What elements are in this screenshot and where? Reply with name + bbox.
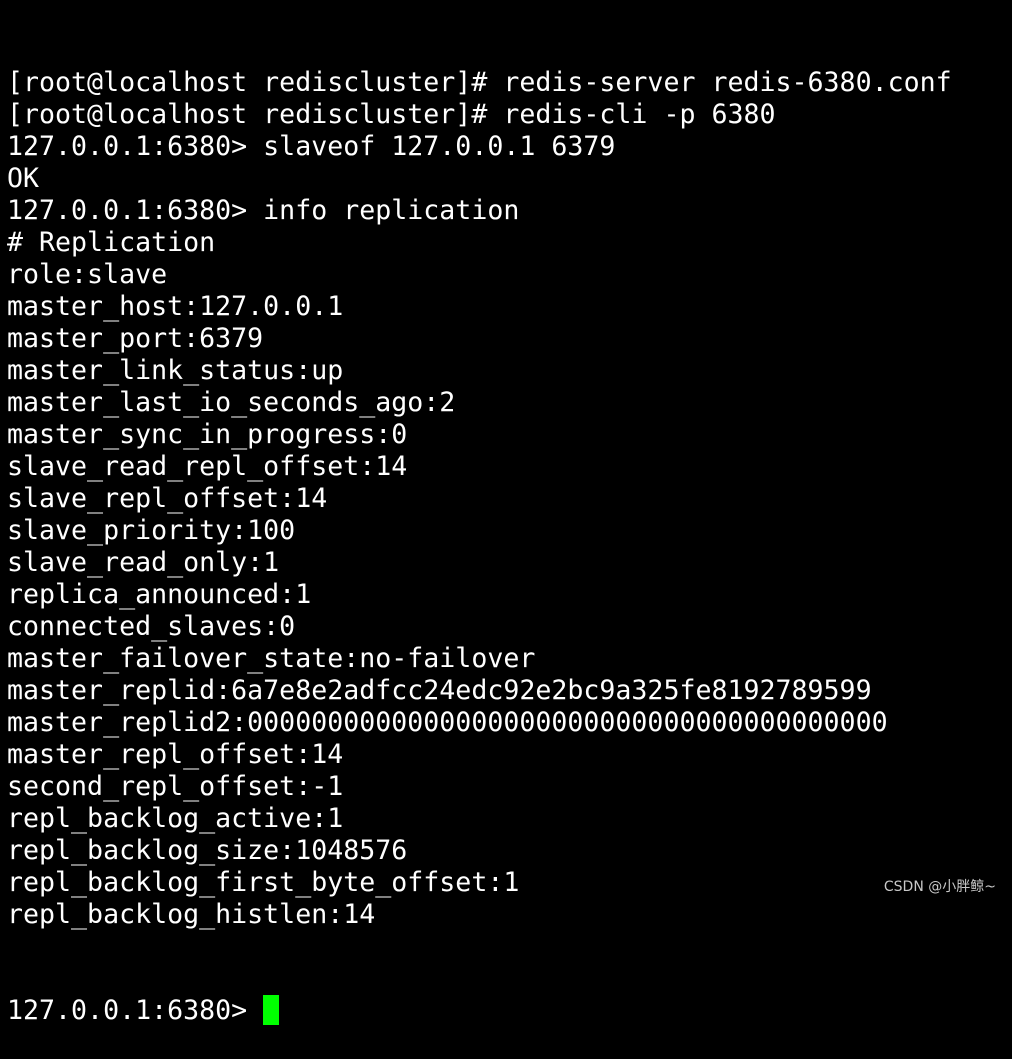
terminal-line: repl_backlog_first_byte_offset:1: [7, 867, 520, 898]
cursor: [263, 995, 280, 1025]
terminal-line: master_failover_state:no-failover: [7, 643, 536, 674]
terminal-line: master_last_io_seconds_ago:2: [7, 387, 456, 418]
terminal-line: slave_repl_offset:14: [7, 483, 328, 514]
terminal-output[interactable]: [root@localhost rediscluster]# redis-ser…: [7, 3, 952, 1059]
terminal-line: replica_announced:1: [7, 579, 312, 610]
terminal-line: connected_slaves:0: [7, 611, 296, 642]
terminal-line: master_repl_offset:14: [7, 739, 344, 770]
terminal-line: master_replid2:0000000000000000000000000…: [7, 707, 888, 738]
terminal-line: # Replication: [7, 227, 216, 258]
terminal-line: repl_backlog_active:1: [7, 803, 344, 834]
terminal-line: OK: [7, 163, 40, 194]
terminal-line: slave_priority:100: [7, 515, 296, 546]
terminal-line: master_replid:6a7e8e2adfcc24edc92e2bc9a3…: [7, 675, 872, 706]
terminal-line: master_sync_in_progress:0: [7, 419, 408, 450]
watermark: CSDN @小胖鲸~: [883, 879, 996, 895]
terminal-line: 127.0.0.1:6380> slaveof 127.0.0.1 6379: [7, 131, 616, 162]
terminal-line: role:slave: [7, 259, 168, 290]
terminal-line: master_port:6379: [7, 323, 264, 354]
terminal-line: slave_read_only:1: [7, 547, 280, 578]
prompt-line[interactable]: 127.0.0.1:6380>: [7, 995, 952, 1027]
terminal-line: [root@localhost rediscluster]# redis-ser…: [7, 67, 952, 98]
terminal-line: master_host:127.0.0.1: [7, 291, 344, 322]
terminal-line: repl_backlog_size:1048576: [7, 835, 408, 866]
terminal-line: slave_read_repl_offset:14: [7, 451, 408, 482]
prompt: 127.0.0.1:6380>: [7, 995, 264, 1026]
terminal-line: master_link_status:up: [7, 355, 344, 386]
terminal-line: second_repl_offset:-1: [7, 771, 344, 802]
terminal-line: 127.0.0.1:6380> info replication: [7, 195, 520, 226]
terminal-line: repl_backlog_histlen:14: [7, 899, 376, 930]
terminal-line: [root@localhost rediscluster]# redis-cli…: [7, 99, 776, 130]
